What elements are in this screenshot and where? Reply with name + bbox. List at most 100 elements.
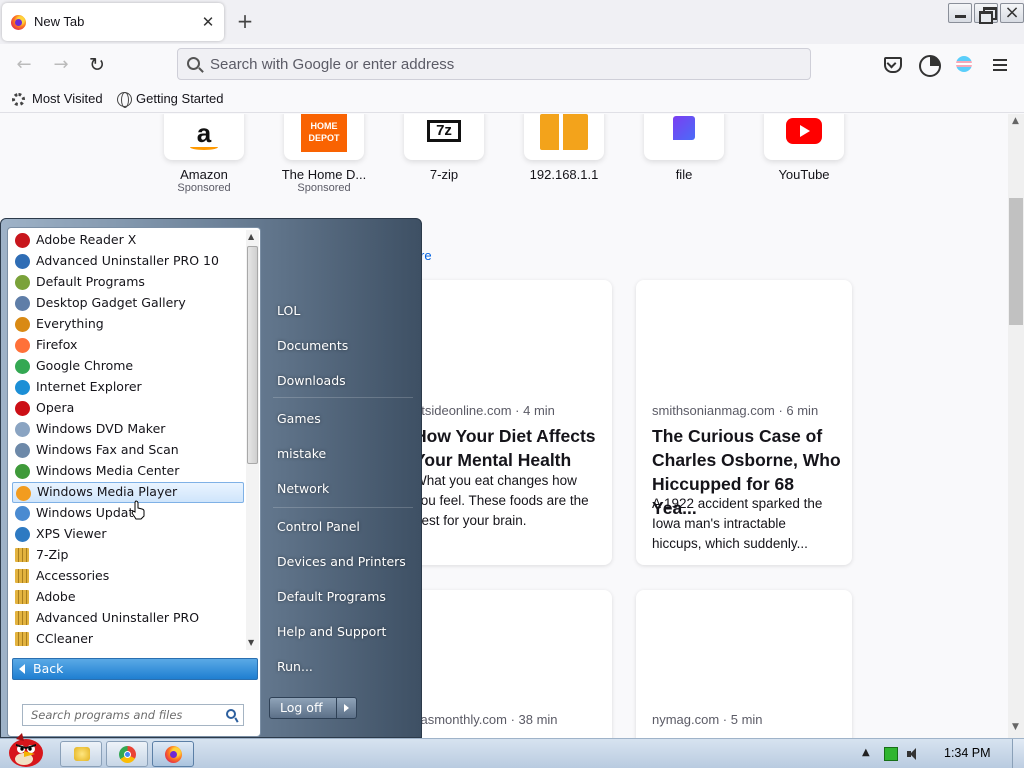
program-item[interactable]: Adobe (12, 587, 244, 608)
mouse-pointer-icon (131, 500, 145, 520)
log-off-button[interactable]: Log off (269, 697, 337, 719)
network-status-icon[interactable] (884, 747, 898, 761)
program-item[interactable]: Internet Explorer (12, 377, 244, 398)
program-item[interactable]: Opera (12, 398, 244, 419)
show-desktop-button[interactable] (1012, 739, 1024, 768)
programs-scrollbar-thumb[interactable] (247, 246, 258, 464)
program-item[interactable]: Windows Fax and Scan (12, 440, 244, 461)
top-site-youtube[interactable]: YouTube (744, 114, 864, 182)
bookmark-most-visited[interactable]: Most Visited (12, 90, 103, 110)
page-scrollbar[interactable]: ▲ ▼ (1008, 114, 1024, 738)
forward-arrow-icon[interactable]: → (47, 52, 75, 80)
program-label: Adobe Reader X (36, 232, 137, 247)
separator (273, 507, 413, 508)
start-search-box[interactable] (22, 704, 244, 726)
program-item[interactable]: Adobe Reader X (12, 230, 244, 251)
gear-icon (12, 93, 25, 106)
close-window-button[interactable] (1000, 2, 1024, 23)
program-item[interactable]: Advanced Uninstaller PRO (12, 608, 244, 629)
media-player-icon (16, 486, 31, 501)
program-label: CCleaner (36, 631, 94, 646)
url-input[interactable] (210, 49, 800, 79)
program-item[interactable]: Advanced Uninstaller PRO 10 (12, 251, 244, 272)
program-item[interactable]: Everything (12, 314, 244, 335)
top-site-amazon[interactable]: a Amazon Sponsored (144, 114, 264, 194)
start-link-help-support[interactable]: Help and Support (277, 624, 386, 639)
folder-icon (15, 569, 29, 583)
taskbar-chrome-button[interactable] (106, 741, 148, 767)
story-card[interactable]: nymag.com · 5 min (636, 590, 852, 738)
address-bar[interactable] (177, 48, 811, 80)
hamburger-menu-icon[interactable] (990, 54, 1012, 76)
scroll-up-arrow-icon[interactable]: ▲ (1012, 116, 1019, 126)
program-item[interactable]: Windows DVD Maker (12, 419, 244, 440)
program-item[interactable]: XPS Viewer (12, 524, 244, 545)
navigation-toolbar: ← → ↻ (0, 44, 1024, 86)
uninstaller-icon (15, 254, 30, 269)
program-item[interactable]: 7-Zip (12, 545, 244, 566)
bookmark-getting-started[interactable]: Getting Started (117, 90, 223, 110)
new-tab-button[interactable]: + (232, 9, 258, 35)
program-item[interactable]: Google Chrome (12, 356, 244, 377)
program-item[interactable]: Default Programs (12, 272, 244, 293)
program-item[interactable]: Desktop Gadget Gallery (12, 293, 244, 314)
xps-viewer-icon (15, 527, 30, 542)
program-item[interactable]: Firefox (12, 335, 244, 356)
close-tab-icon[interactable]: ✕ (198, 12, 218, 32)
fax-scan-icon (15, 443, 30, 458)
top-site-home-depot[interactable]: HOME DEPOT The Home D... Sponsored (264, 114, 384, 194)
taskbar-firefox-button[interactable] (152, 741, 194, 767)
extension-icon[interactable] (954, 54, 976, 76)
chrome-icon (15, 359, 30, 374)
story-card[interactable]: smithsonianmag.com · 6 min The Curious C… (636, 280, 852, 565)
start-link-run[interactable]: Run... (277, 659, 313, 674)
program-item[interactable]: Windows Media Center (12, 461, 244, 482)
site-tile: HOME DEPOT (284, 114, 364, 160)
reload-icon[interactable]: ↻ (83, 52, 111, 80)
site-name: Amazon (180, 167, 228, 182)
start-link-documents[interactable]: Documents (277, 338, 348, 353)
start-link-downloads[interactable]: Downloads (277, 373, 346, 388)
taskbar-explorer-button[interactable] (60, 741, 102, 767)
program-item[interactable]: Windows Media Player (12, 482, 244, 503)
back-arrow-icon[interactable]: ← (10, 52, 38, 80)
search-icon (187, 57, 200, 70)
pocket-icon[interactable] (882, 54, 904, 76)
shutdown-options-arrow-icon[interactable] (337, 697, 357, 719)
top-site-file[interactable]: file (624, 114, 744, 182)
story-card[interactable]: xasmonthly.com · 38 min (396, 590, 612, 738)
story-card[interactable]: utsideonline.com · 4 min How Your Diet A… (396, 280, 612, 565)
tab-new-tab[interactable]: New Tab ✕ (2, 3, 224, 41)
router-logo-icon (540, 114, 588, 150)
scroll-down-arrow-icon[interactable]: ▼ (1012, 722, 1019, 732)
start-link-control-panel[interactable]: Control Panel (277, 519, 360, 534)
volume-icon[interactable] (906, 747, 920, 761)
start-button-angry-bird-icon[interactable] (2, 731, 50, 768)
taskbar-clock[interactable]: 1:34 PM (944, 746, 991, 760)
start-link-devices-printers[interactable]: Devices and Printers (277, 554, 406, 569)
start-link-lol[interactable]: LOL (277, 303, 300, 318)
search-icon[interactable] (226, 709, 236, 719)
start-link-network[interactable]: Network (277, 481, 329, 496)
back-button[interactable]: Back (12, 658, 258, 680)
program-label: Internet Explorer (36, 379, 142, 394)
start-search-input[interactable] (31, 705, 221, 725)
minimize-button[interactable] (948, 3, 972, 23)
program-item[interactable]: CCleaner (12, 629, 244, 650)
scroll-up-arrow-icon[interactable]: ▲ (248, 232, 254, 241)
top-site-7zip[interactable]: 7z 7-zip (384, 114, 504, 182)
program-item[interactable]: Windows Update (12, 503, 244, 524)
start-link-mistake[interactable]: mistake (277, 446, 326, 461)
top-site-router[interactable]: 192.168.1.1 (504, 114, 624, 182)
programs-scrollbar[interactable]: ▲ ▼ (246, 230, 259, 650)
dvd-maker-icon (15, 422, 30, 437)
restore-button[interactable] (974, 3, 998, 24)
scroll-down-arrow-icon[interactable]: ▼ (248, 638, 254, 647)
site-name: 7-zip (429, 167, 459, 182)
start-link-games[interactable]: Games (277, 411, 321, 426)
account-icon[interactable] (918, 54, 941, 77)
tray-expand-arrow-icon[interactable]: ▲ (862, 747, 876, 761)
start-link-default-programs[interactable]: Default Programs (277, 589, 386, 604)
scrollbar-thumb[interactable] (1009, 198, 1023, 325)
program-item[interactable]: Accessories (12, 566, 244, 587)
